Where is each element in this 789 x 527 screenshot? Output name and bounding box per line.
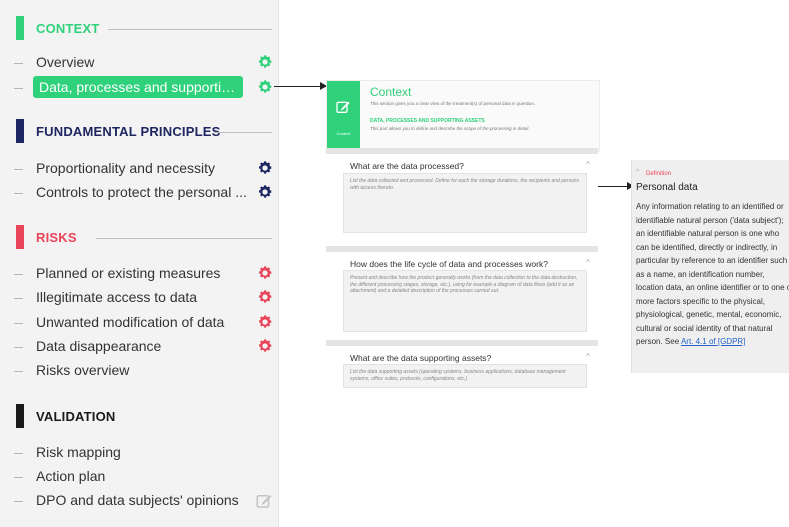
definition-term: Personal data [636,182,698,193]
section-header-context: CONTEXT [0,16,278,42]
section-header-fundamental-principles: FUNDAMENTAL PRINCIPLES [0,119,278,145]
gear-icon[interactable] [257,265,273,281]
sidebar-item-controls[interactable]: Controls to protect the personal ... [14,182,276,204]
gear-icon[interactable] [257,54,273,70]
sidebar-item-action-plan[interactable]: Action plan [14,466,276,488]
section-color-bar [16,16,24,40]
answer-field[interactable]: List the data supporting assets (operati… [343,364,587,388]
sidebar-item-risks-overview[interactable]: Risks overview [14,360,276,382]
sidebar-item-proportionality[interactable]: Proportionality and necessity [14,158,276,180]
item-dash [14,347,23,348]
section-color-bar [16,404,24,428]
sidebar-item-data-disappearance[interactable]: Data disappearance [14,336,276,358]
sidebar-item-overview[interactable]: Overview [14,52,276,74]
context-badge-caption: Context [336,131,351,136]
sidebar-item-unwanted-modification[interactable]: Unwanted modification of data [14,312,276,334]
sidebar-item-label: Controls to protect the personal ... [36,184,247,200]
definition-body: Any information relating to an identifie… [636,200,789,349]
sidebar-item-label: Unwanted modification of data [36,314,225,330]
card-separator [326,246,598,252]
sidebar-item-dpo-opinions[interactable]: DPO and data subjects' opinions [14,490,276,512]
section-divider [214,132,272,133]
question-card: What are the data supporting assets? ^ L… [326,340,598,390]
answer-field[interactable]: Present and describe how the product gen… [343,270,587,332]
sidebar-item-label: Proportionality and necessity [36,160,215,176]
sidebar-item-label: Illegitimate access to data [36,289,198,305]
gear-icon[interactable] [257,160,273,176]
question-card: How does the life cycle of data and proc… [326,246,598,334]
edit-icon [336,101,350,113]
gear-icon[interactable] [257,79,273,95]
sidebar-item-label: Data, processes and supporting ... [33,76,243,98]
item-dash [14,274,23,275]
gear-icon[interactable] [257,184,273,200]
definition-see-prefix: See [664,337,680,346]
sidebar: CONTEXT Overview Data, processes and sup… [0,0,279,527]
section-divider [108,29,272,30]
item-dash [14,501,23,502]
gear-icon[interactable] [257,338,273,354]
card-separator [326,148,598,154]
chevron-up-icon[interactable]: ^ [586,160,590,169]
gdpr-article-link[interactable]: Art. 4.1 of [GDPR] [681,337,745,346]
sidebar-item-label: Planned or existing measures [36,265,221,281]
sidebar-item-illegitimate-access[interactable]: Illegitimate access to data [14,287,276,309]
question-title: What are the data processed? [350,161,464,171]
chevron-up-icon[interactable]: ^ [636,169,639,176]
section-title: FUNDAMENTAL PRINCIPLES [36,124,221,139]
section-divider [96,238,272,239]
pointer-arrow-line [274,86,326,87]
section-header-validation: VALIDATION [0,404,278,430]
sidebar-item-label: Overview [36,54,95,70]
section-header-risks: RISKS [0,225,278,251]
item-dash [14,193,23,194]
gear-icon[interactable] [257,289,273,305]
definition-panel: ^ Definition Personal data Any informati… [631,160,789,373]
context-title: Context [370,85,412,99]
chevron-up-icon[interactable]: ^ [586,352,590,361]
chevron-up-icon[interactable]: ^ [586,258,590,267]
sidebar-item-label: DPO and data subjects' opinions [36,492,239,508]
definition-label: Definition [646,171,672,177]
answer-field[interactable]: List the data collected and processed. D… [343,173,587,233]
section-title: RISKS [36,230,77,245]
section-color-bar [16,225,24,249]
sidebar-item-label: Risk mapping [36,444,121,460]
card-separator [326,340,598,346]
item-dash [14,169,23,170]
sidebar-item-label: Data disappearance [36,338,162,354]
sidebar-item-data-processes[interactable]: Data, processes and supporting ... [14,76,276,99]
question-title: How does the life cycle of data and proc… [350,259,548,269]
question-card: What are the data processed? ^ List the … [326,148,598,244]
section-title: VALIDATION [36,409,116,424]
gear-icon[interactable] [257,314,273,330]
item-dash [14,298,23,299]
context-badge: Context [327,81,360,151]
item-dash [14,88,23,89]
definition-text: Any information relating to an identifie… [636,202,789,346]
pencil-icon[interactable] [255,492,273,510]
section-color-bar [16,119,24,143]
context-description: This section gives you a clear view of t… [370,101,536,106]
context-header-card: Context Context This section gives you a… [326,80,600,152]
sidebar-item-label: Action plan [36,468,106,484]
context-subdescription: This part allows you to define and descr… [370,126,530,131]
item-dash [14,477,23,478]
item-dash [14,63,23,64]
sidebar-item-label: Risks overview [36,362,130,378]
item-dash [14,323,23,324]
question-title: What are the data supporting assets? [350,353,492,363]
sidebar-item-planned-measures[interactable]: Planned or existing measures [14,263,276,285]
sidebar-item-risk-mapping[interactable]: Risk mapping [14,442,276,464]
item-dash [14,371,23,372]
item-dash [14,453,23,454]
context-subtitle: DATA, PROCESSES AND SUPPORTING ASSETS [370,118,485,124]
section-title: CONTEXT [36,21,100,36]
